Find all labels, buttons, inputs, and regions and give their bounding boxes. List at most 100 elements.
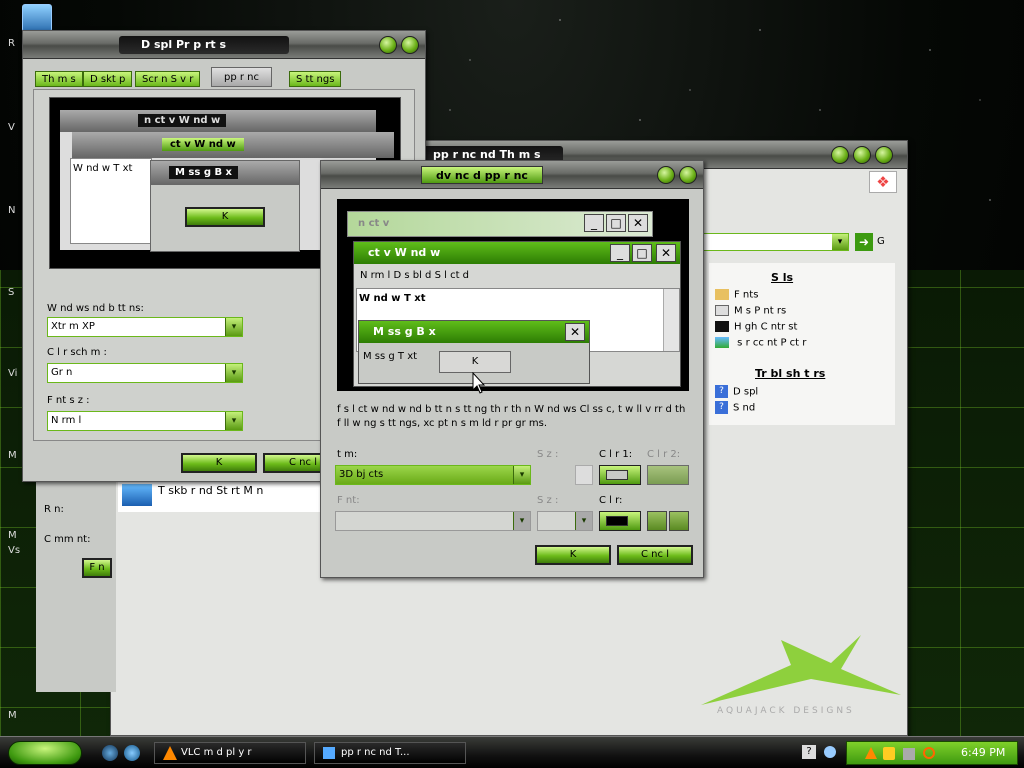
ok-button[interactable]: K bbox=[535, 545, 611, 565]
preview-inactive-window: n ct v _ □ ✕ bbox=[347, 211, 653, 237]
see-also-item[interactable]: F nts bbox=[715, 289, 758, 301]
desktop-icon-label[interactable]: N bbox=[8, 205, 15, 216]
address-field[interactable]: ▾ bbox=[701, 233, 849, 251]
tab-themes[interactable]: Th m s bbox=[35, 71, 83, 87]
browser-icon[interactable] bbox=[124, 745, 140, 761]
taskbar-startmenu-item[interactable]: T skb r nd St rt M n bbox=[118, 480, 322, 512]
search-icon[interactable] bbox=[923, 747, 935, 759]
contrast-icon bbox=[715, 321, 729, 332]
close-icon: ✕ bbox=[628, 214, 648, 232]
close-icon: ✕ bbox=[565, 323, 585, 341]
font-color-label: C l r: bbox=[599, 495, 623, 506]
troubleshooters-heading: Tr bl sh t rs bbox=[755, 367, 826, 380]
maximize-button[interactable] bbox=[853, 146, 871, 164]
tab-settings[interactable]: S tt ngs bbox=[289, 71, 342, 87]
color2-picker bbox=[647, 465, 689, 485]
minimize-icon: _ bbox=[610, 244, 630, 262]
vlc-tray-icon[interactable] bbox=[865, 747, 877, 759]
preview-active-titlebar: ct v W nd w bbox=[72, 132, 394, 158]
shield-icon[interactable] bbox=[883, 747, 895, 760]
desktop-icon-label[interactable]: S bbox=[8, 287, 14, 298]
minimize-icon: _ bbox=[584, 214, 604, 232]
font-color-picker[interactable] bbox=[599, 511, 641, 531]
window-title: dv nc d pp r nc bbox=[421, 166, 543, 184]
start-button[interactable] bbox=[8, 741, 82, 765]
font-size-label: F nt s z : bbox=[47, 395, 90, 406]
color1-picker[interactable] bbox=[599, 465, 641, 485]
desktop-icon-label[interactable]: M bbox=[8, 710, 17, 721]
color-scheme-select[interactable]: Gr n ▾ bbox=[47, 363, 243, 383]
color-scheme-label: C l r sch m : bbox=[47, 347, 107, 358]
help-button[interactable] bbox=[657, 166, 675, 184]
ok-button[interactable]: K bbox=[181, 453, 257, 473]
folder-icon bbox=[715, 289, 729, 300]
chevron-down-icon[interactable]: ▾ bbox=[832, 234, 848, 250]
ie-icon[interactable] bbox=[102, 745, 118, 761]
desktop-icon-label[interactable]: M bbox=[8, 450, 17, 461]
taskbar-item-appearance[interactable]: pp r nc nd T... bbox=[314, 742, 466, 764]
cancel-button[interactable]: C nc l bbox=[617, 545, 693, 565]
go-arrow-icon[interactable]: ➜ bbox=[855, 233, 873, 251]
see-also-item[interactable]: H gh C ntr st bbox=[715, 321, 797, 333]
title-bar[interactable]: D spl Pr p rt s bbox=[23, 31, 425, 59]
size-stepper bbox=[575, 465, 593, 485]
close-button[interactable] bbox=[875, 146, 893, 164]
desktop-icon-label[interactable]: Vi bbox=[8, 368, 17, 379]
watermark-text: AQUAJACK DESIGNS bbox=[717, 706, 855, 716]
troubleshooter-item[interactable]: ? S nd bbox=[715, 401, 755, 414]
font-label: F nt: bbox=[337, 495, 360, 506]
help-button[interactable] bbox=[379, 36, 397, 54]
mouse-cursor-icon bbox=[472, 372, 486, 394]
tab-appearance[interactable]: pp r nc bbox=[211, 67, 272, 87]
recycle-bin-icon[interactable] bbox=[22, 4, 52, 32]
find-button[interactable]: F n bbox=[82, 558, 112, 578]
run-label: R n: bbox=[44, 504, 64, 515]
item-select[interactable]: 3D bj cts ▾ bbox=[335, 465, 531, 485]
tab-screensaver[interactable]: Scr n S v r bbox=[135, 71, 201, 87]
go-label[interactable]: G bbox=[877, 236, 885, 247]
chevron-down-icon: ▾ bbox=[575, 512, 592, 530]
desktop-icon-label[interactable]: R bbox=[8, 38, 15, 49]
windows-buttons-select[interactable]: Xtr m XP ▾ bbox=[47, 317, 243, 337]
preview-ok-button: K bbox=[439, 351, 511, 373]
chevron-down-icon: ▾ bbox=[225, 364, 242, 382]
preview-window-text-area: W nd w T xt bbox=[70, 158, 152, 244]
chevron-down-icon: ▾ bbox=[225, 412, 242, 430]
desktop-icon-label[interactable]: V bbox=[8, 122, 15, 133]
tab-desktop[interactable]: D skt p bbox=[83, 71, 133, 87]
chevron-down-icon: ▾ bbox=[225, 318, 242, 336]
help-icon[interactable]: ? bbox=[802, 745, 816, 759]
see-also-item[interactable]: M s P nt rs bbox=[715, 305, 786, 317]
close-button[interactable] bbox=[401, 36, 419, 54]
troubleshooter-item[interactable]: ? D spl bbox=[715, 385, 758, 398]
clock[interactable]: 6:49 PM bbox=[961, 746, 1005, 759]
preview-inactive-titlebar: n ct v W nd w bbox=[60, 110, 376, 132]
chevron-down-icon: ▾ bbox=[513, 466, 530, 484]
minimize-button[interactable] bbox=[831, 146, 849, 164]
font-size-label: S z : bbox=[537, 495, 559, 506]
close-button[interactable] bbox=[679, 166, 697, 184]
font-size-select: ▾ bbox=[537, 511, 593, 531]
desktop-icon-label[interactable]: Vs bbox=[8, 545, 20, 556]
windows-buttons-label: W nd ws nd b tt ns: bbox=[47, 303, 144, 314]
preview-ok-button: K bbox=[185, 207, 265, 227]
windows-logo-icon: ❖ bbox=[869, 171, 897, 193]
volume-icon[interactable] bbox=[903, 748, 915, 760]
system-tray: 6:49 PM bbox=[846, 741, 1018, 765]
network-icon[interactable] bbox=[824, 746, 836, 758]
desktop-icon-label[interactable]: M bbox=[8, 530, 17, 541]
maximize-icon: □ bbox=[632, 244, 652, 262]
mouse-icon bbox=[715, 305, 729, 316]
bold-button bbox=[647, 511, 667, 531]
maximize-icon: □ bbox=[606, 214, 626, 232]
see-also-item[interactable]: s r cc nt P ct r bbox=[715, 337, 806, 349]
appearance-icon bbox=[323, 747, 335, 759]
run-window: R n: C mm nt: F n bbox=[36, 470, 116, 692]
help-icon: ? bbox=[715, 385, 728, 398]
scrollbar bbox=[663, 289, 679, 351]
taskbar-item-vlc[interactable]: VLC m d pl y r bbox=[154, 742, 306, 764]
color1-label: C l r 1: bbox=[599, 449, 633, 460]
preview-message-box: M ss g B x K bbox=[150, 160, 300, 252]
title-bar[interactable]: dv nc d pp r nc bbox=[321, 161, 703, 189]
font-size-select[interactable]: N rm l ▾ bbox=[47, 411, 243, 431]
